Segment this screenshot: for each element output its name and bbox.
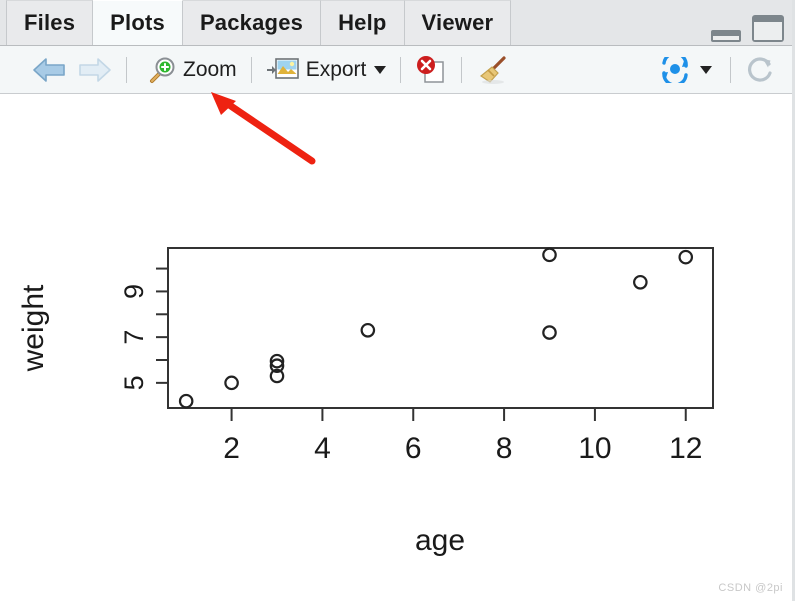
zoom-label: Zoom [183, 57, 237, 81]
x-tick-label: 12 [669, 432, 702, 465]
toolbar-separator-5 [730, 56, 731, 83]
tab-plots-label: Plots [110, 10, 165, 35]
magnifier-plus-icon [150, 57, 175, 83]
zoom-button[interactable]: Zoom [141, 50, 243, 90]
forward-arrow-icon [79, 57, 111, 82]
toolbar-separator-1 [126, 56, 127, 83]
chevron-down-icon [700, 65, 712, 74]
publish-button[interactable] [652, 50, 718, 90]
x-axis-tick-labels: 2 4 6 8 10 12 [223, 432, 702, 465]
forward-button[interactable] [72, 50, 118, 90]
y-tick-label: 9 [119, 284, 149, 299]
x-tick-label: 10 [578, 432, 611, 465]
x-tick-label: 2 [223, 432, 240, 465]
y-tick-label: 5 [119, 375, 149, 390]
maximize-icon[interactable] [751, 14, 785, 43]
tab-packages-label: Packages [199, 10, 304, 35]
tab-bar: Files Plots Packages Help Viewer [0, 0, 795, 46]
tab-viewer-label: Viewer [421, 10, 494, 35]
y-tick-label: 7 [119, 330, 149, 345]
plot-frame [167, 247, 714, 409]
back-button[interactable] [26, 50, 72, 90]
plots-pane-window: Files Plots Packages Help Viewer Zoom Ex… [0, 0, 795, 601]
y-axis-tick-labels: 5 7 9 [119, 284, 149, 390]
refresh-icon [747, 56, 772, 82]
y-axis-title: weight [17, 284, 50, 372]
toolbar-separator-3 [400, 56, 402, 83]
back-arrow-icon [33, 57, 65, 82]
tab-help-label: Help [338, 10, 387, 35]
x-axis-ticks [230, 408, 687, 421]
toolbar-separator-2 [250, 56, 252, 83]
tab-packages[interactable]: Packages [182, 0, 322, 45]
refresh-button[interactable] [739, 50, 781, 90]
toolbar: Zoom Export [0, 46, 795, 94]
publish-icon [662, 56, 688, 83]
plot-output-area[interactable]: 5 7 9 2 4 6 8 10 12 weight age CSDN @2pi [0, 94, 795, 601]
x-axis-title: age [415, 524, 465, 557]
toolbar-separator-4 [461, 56, 463, 83]
x-tick-label: 8 [496, 432, 513, 465]
tab-help[interactable]: Help [321, 0, 405, 45]
clear-all-plots-button[interactable] [470, 50, 516, 90]
tab-files-label: Files [24, 10, 76, 35]
x-tick-label: 6 [405, 432, 422, 465]
broom-icon [480, 55, 506, 84]
scatter-plot-graphic: 5 7 9 2 4 6 8 10 12 weight age [17, 247, 714, 557]
watermark-text: CSDN @2pi [718, 582, 783, 594]
export-label: Export [305, 57, 367, 81]
x-tick-label: 4 [314, 432, 331, 465]
window-controls [710, 14, 785, 43]
tab-files[interactable]: Files [6, 0, 94, 45]
minimize-icon[interactable] [710, 27, 742, 43]
tab-plots[interactable]: Plots [93, 0, 183, 45]
y-axis-ticks [156, 267, 168, 384]
export-image-icon [266, 57, 299, 79]
remove-plot-button[interactable] [409, 50, 453, 90]
chevron-down-icon [374, 65, 387, 74]
export-button[interactable]: Export [260, 50, 393, 90]
remove-plot-icon [417, 55, 445, 83]
tab-viewer[interactable]: Viewer [404, 0, 512, 45]
